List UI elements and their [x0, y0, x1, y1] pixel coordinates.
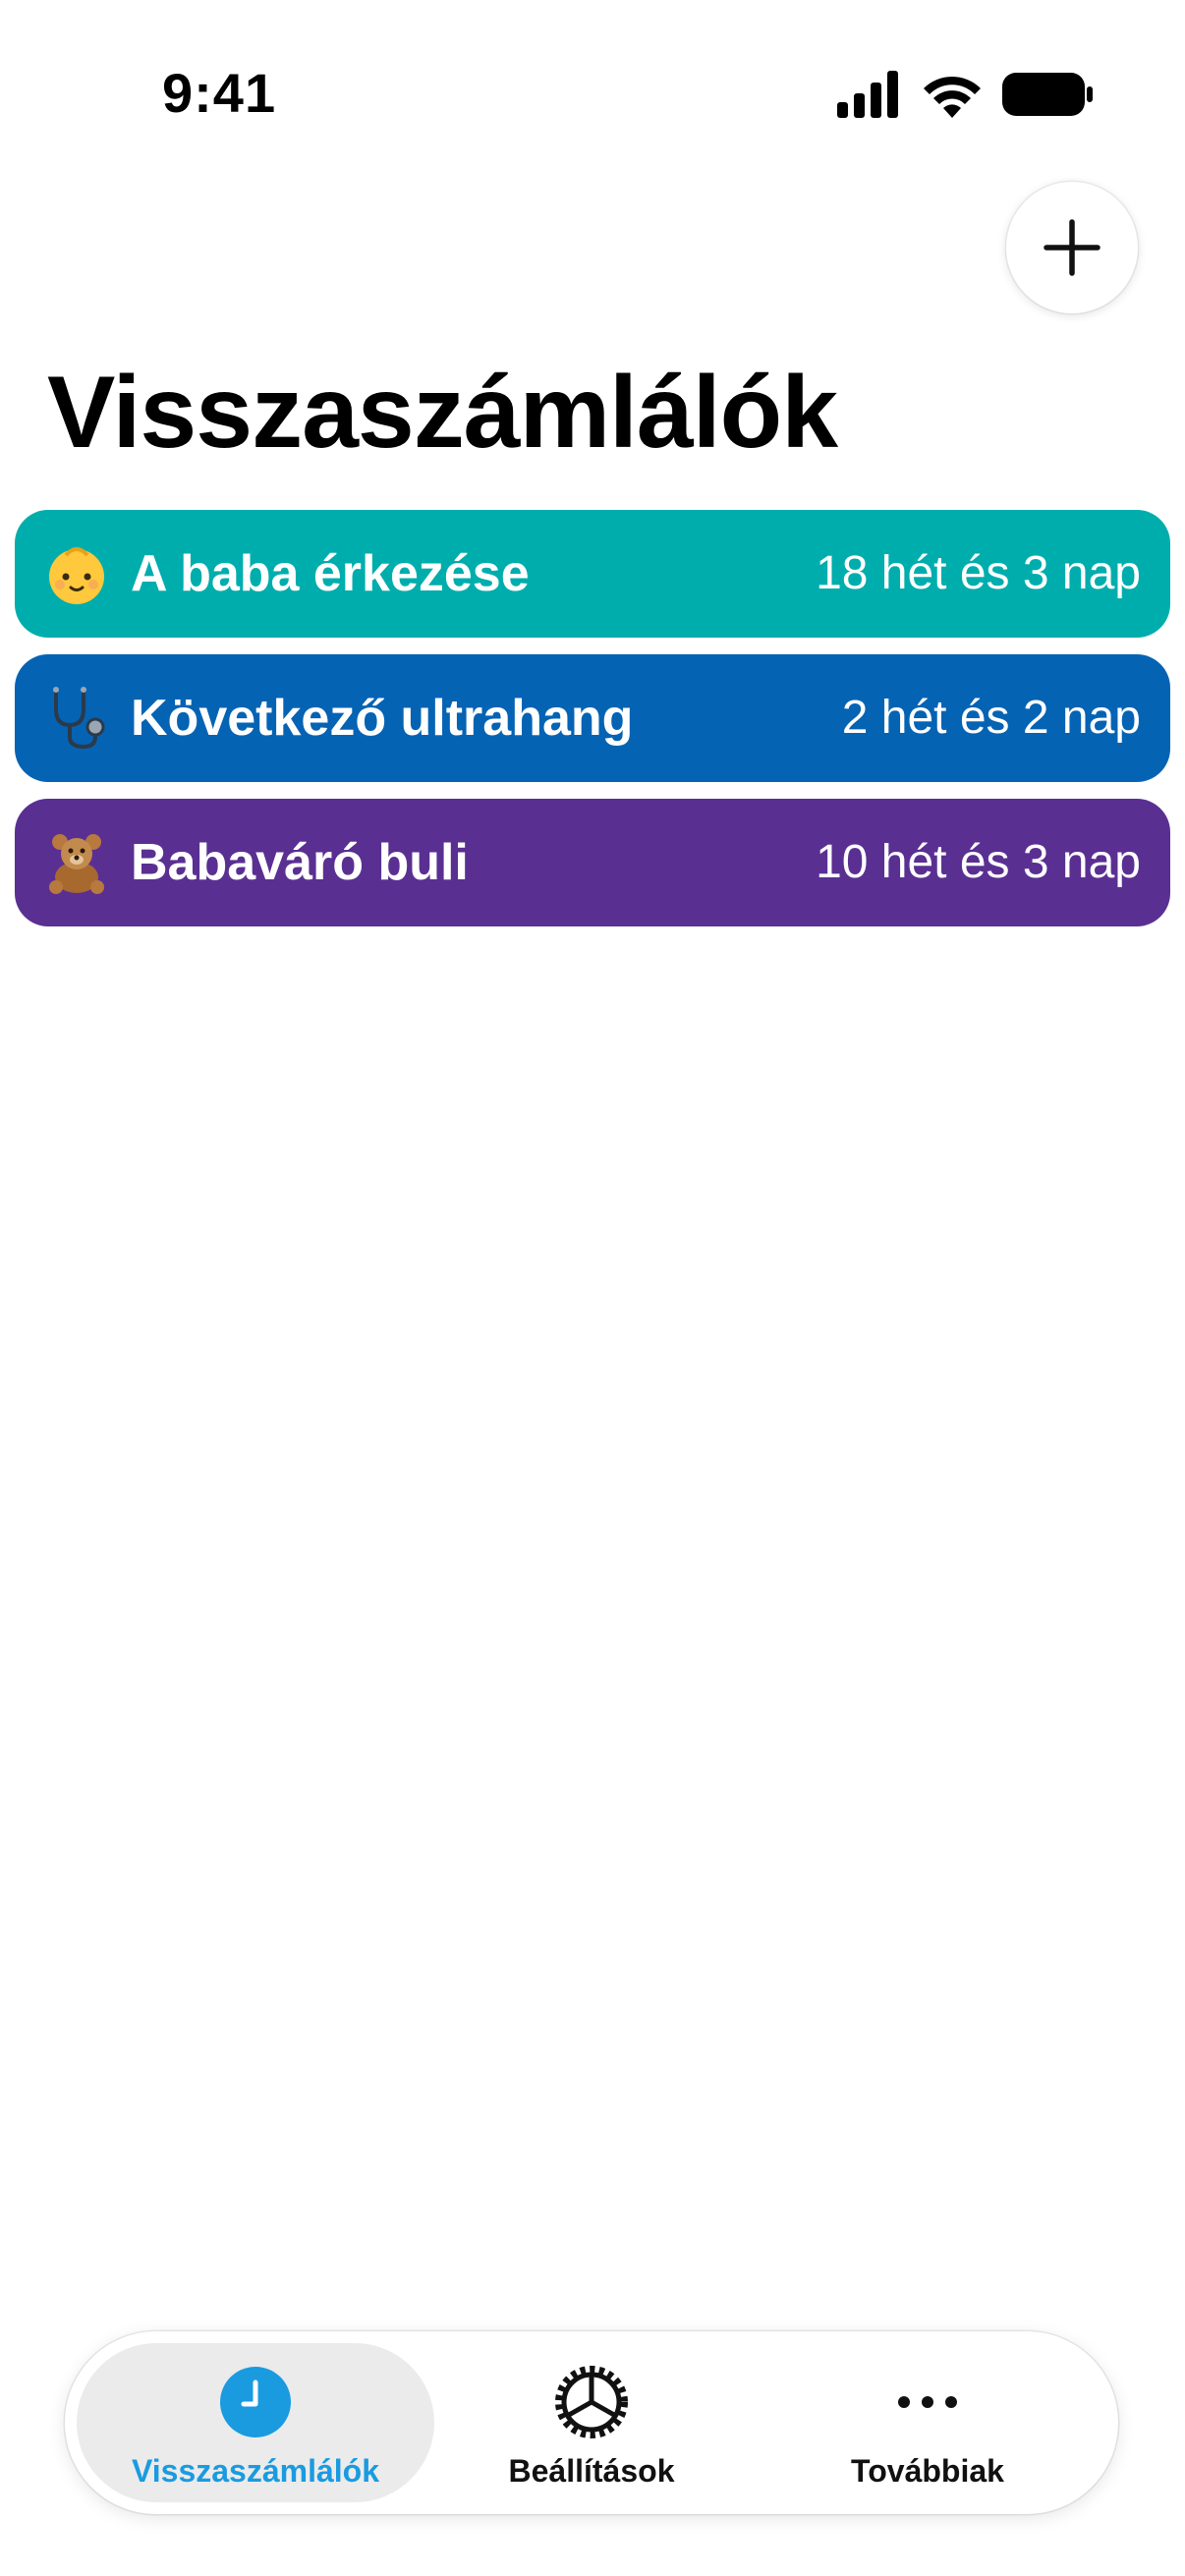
countdown-name: A baba érkezése: [131, 545, 530, 602]
tab-more[interactable]: Továbbiak: [749, 2343, 1106, 2502]
countdown-name: Babaváró buli: [131, 834, 469, 891]
tab-settings[interactable]: Beállítások: [413, 2343, 770, 2502]
status-icons: [837, 71, 1093, 120]
teddy-bear-icon: [49, 834, 104, 894]
countdown-remaining: 18 hét és 3 nap: [816, 547, 1141, 599]
countdown-row-baby-arrival[interactable]: A baba érkezése 18 hét és 3 nap: [15, 510, 1170, 638]
countdown-remaining: 2 hét és 2 nap: [841, 692, 1141, 744]
countdown-row-next-ultrasound[interactable]: Következő ultrahang 2 hét és 2 nap: [15, 654, 1170, 782]
ellipsis-icon: [898, 2396, 957, 2408]
cellular-signal-icon: [837, 71, 898, 118]
tab-countdowns[interactable]: Visszaszámlálók: [77, 2343, 434, 2502]
wifi-icon: [924, 76, 981, 118]
countdown-list: A baba érkezése 18 hét és 3 nap Következ…: [15, 510, 1170, 943]
countdown-name: Következő ultrahang: [131, 690, 634, 747]
add-countdown-button[interactable]: [1006, 182, 1138, 313]
tab-label: Továbbiak: [851, 2453, 1004, 2489]
tab-label: Visszaszámlálók: [131, 2453, 379, 2489]
status-time: 9:41: [162, 62, 277, 124]
page-title: Visszaszámlálók: [47, 356, 838, 470]
clock-icon: [220, 2367, 291, 2437]
tab-label: Beállítások: [508, 2453, 675, 2489]
tab-bar: Visszaszámlálók Beállítások Továbbiak: [65, 2331, 1118, 2514]
countdown-remaining: 10 hét és 3 nap: [816, 836, 1141, 888]
plus-icon: [1044, 219, 1100, 276]
gear-icon: [555, 2366, 628, 2438]
battery-icon: [1002, 73, 1093, 116]
status-bar: 9:41: [0, 0, 1185, 187]
countdown-row-baby-shower[interactable]: Babaváró buli 10 hét és 3 nap: [15, 799, 1170, 926]
stethoscope-icon: [53, 687, 105, 750]
baby-face-icon: [49, 547, 104, 604]
